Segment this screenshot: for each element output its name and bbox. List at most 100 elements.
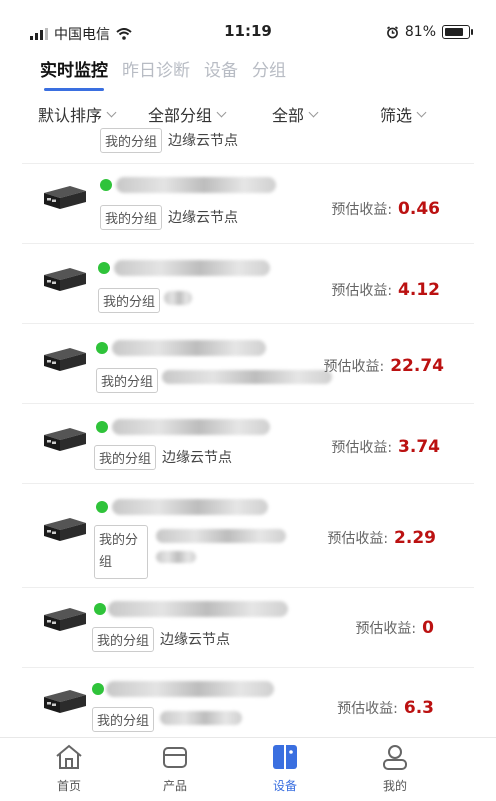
device-row-partial[interactable]: 我的分组 边缘云节点 [22,125,474,164]
device-name-redacted [112,499,268,515]
device-name-redacted [116,177,276,193]
device-row[interactable]: 我的分组 预估收益: 4.12 [22,243,474,324]
earnings-value: 4.12 [398,280,440,300]
earnings-value: 2.29 [394,528,436,548]
device-name-redacted [106,681,274,697]
estimated-earnings: 预估收益: 0.46 [331,199,440,219]
online-status-dot [96,421,108,433]
earnings-value: 0 [422,618,434,638]
node-type-label: 边缘云节点 [168,133,238,149]
group-tag: 我的分组 [98,288,161,313]
top-tabs: 实时监控 昨日诊断 设备 分组 [40,56,286,91]
device-list: 我的分组 边缘云节点 我的分组 边缘云节点 预估收益: 0.46 我的分组 预估收… [0,125,496,737]
estimated-earnings: 预估收益: 6.3 [337,698,434,718]
online-status-dot [96,501,108,513]
device-name-redacted [112,419,270,435]
group-dropdown-label: 全部分组 [148,106,213,125]
device-name-redacted [112,340,266,356]
battery-percent: 81% [404,24,436,40]
nav-me-label: 我的 [382,779,407,793]
mini-pc-icon [44,518,86,541]
group-tag: 我的分组 [100,205,163,230]
nav-products-label: 产品 [162,779,187,793]
device-name-redacted [108,601,288,617]
group-tag: 我的分组 [100,128,163,153]
earnings-label: 预估收益: [355,621,417,637]
tab-devices[interactable]: 设备 [204,56,238,81]
mini-pc-icon [44,428,86,451]
filter-bar: 默认排序 全部分组 全部 筛选 [0,102,496,126]
estimated-earnings: 预估收益: 4.12 [331,280,440,300]
status-dropdown[interactable]: 全部 [272,102,319,126]
node-label-redacted [164,291,192,305]
device-row[interactable]: 我的分组 预估收益: 2.29 [22,483,474,588]
device-row[interactable]: 我的分组 边缘云节点 预估收益: 0.46 [22,163,474,244]
group-tag: 我的分组 [92,707,155,732]
online-status-dot [92,683,104,695]
tab-yesterday-diagnosis[interactable]: 昨日诊断 [122,56,190,81]
group-tag: 我的分组 [92,627,155,652]
earnings-label: 预估收益: [331,440,393,456]
earnings-value: 22.74 [390,356,444,376]
chevron-down-icon [216,107,227,117]
group-tag: 我的分组 [94,445,157,470]
status-right: 81% [386,24,473,40]
bottom-nav: 首页 产品 设备 我的 [0,737,496,801]
nav-devices-label: 设备 [272,779,297,793]
chevron-down-icon [416,107,427,117]
estimated-earnings: 预估收益: 2.29 [327,528,436,548]
group-dropdown[interactable]: 全部分组 [148,102,227,126]
mini-pc-icon [44,348,86,371]
box-icon [163,747,187,768]
tab-groups[interactable]: 分组 [252,56,286,81]
status-dropdown-label: 全部 [272,106,305,125]
home-icon [56,744,82,769]
tab-realtime-monitor[interactable]: 实时监控 [40,56,108,91]
nav-home-label: 首页 [56,779,81,793]
online-status-dot [100,179,112,191]
estimated-earnings: 预估收益: 3.74 [331,437,440,457]
nav-devices[interactable]: 设备 [250,744,320,794]
mini-pc-icon [44,268,86,291]
earnings-label: 预估收益: [327,531,389,547]
group-tag: 我的分组 [94,525,148,579]
node-label-redacted [160,711,242,725]
earnings-label: 预估收益: [337,701,398,717]
earnings-label: 预估收益: [331,202,393,218]
earnings-value: 6.3 [403,698,434,718]
online-status-dot [96,342,108,354]
user-icon [383,745,407,770]
online-status-dot [94,603,106,615]
node-type-label: 边缘云节点 [160,632,230,648]
device-row[interactable]: 我的分组 预估收益: 6.3 [22,667,474,737]
nav-home[interactable]: 首页 [34,744,104,794]
earnings-label: 预估收益: [323,359,385,375]
estimated-earnings: 预估收益: 22.74 [324,356,445,376]
filter-dropdown-label: 筛选 [380,106,413,125]
nav-products[interactable]: 产品 [140,744,210,794]
sort-dropdown-label: 默认排序 [38,106,103,125]
nav-me[interactable]: 我的 [360,744,430,794]
earnings-value: 3.74 [398,437,440,457]
node-type-label: 边缘云节点 [168,210,238,226]
battery-icon [442,25,473,39]
mini-pc-icon [44,186,86,209]
earnings-value: 0.46 [398,199,440,219]
device-name-redacted [114,260,270,276]
mini-pc-icon [44,690,86,713]
node-label-redacted [156,529,286,543]
device-icon [273,745,297,769]
device-row[interactable]: 我的分组 预估收益: 22.74 [22,323,474,404]
node-label-redacted [162,370,332,384]
earnings-label: 预估收益: [331,283,393,299]
device-row[interactable]: 我的分组 边缘云节点 预估收益: 3.74 [22,403,474,484]
device-row[interactable]: 我的分组 边缘云节点 预估收益: 0 [22,587,474,668]
filter-dropdown[interactable]: 筛选 [380,102,427,126]
node-label-redacted [156,551,196,563]
chevron-down-icon [106,107,117,117]
node-type-label: 边缘云节点 [162,450,232,466]
status-bar: 中国电信 11:19 81% [0,0,496,44]
sort-dropdown[interactable]: 默认排序 [38,102,117,126]
estimated-earnings: 预估收益: 0 [355,618,434,638]
chevron-down-icon [308,107,319,117]
